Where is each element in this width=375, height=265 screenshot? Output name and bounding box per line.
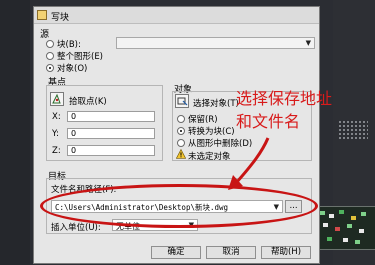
- highlight-ellipse: [40, 184, 318, 228]
